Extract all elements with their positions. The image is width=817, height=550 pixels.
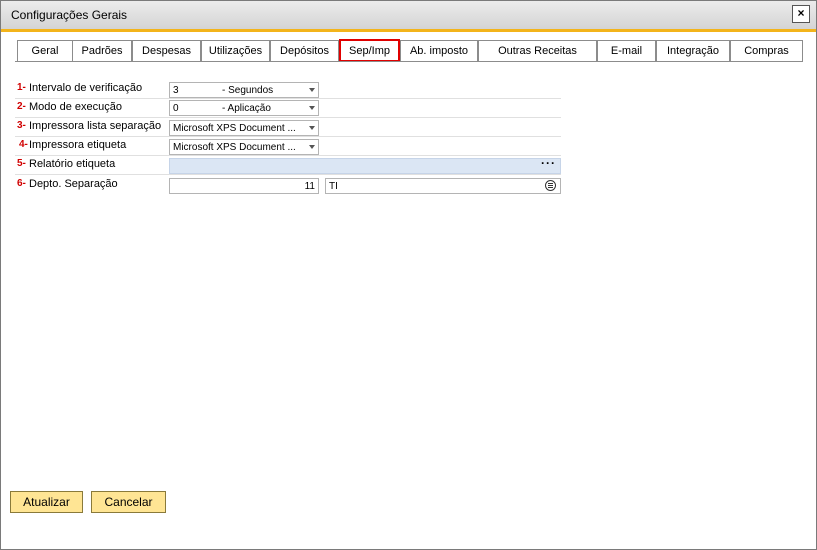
tab-compras[interactable]: Compras — [730, 40, 803, 61]
label-impressora-lista: Impressora lista separação — [29, 120, 162, 132]
ellipsis-icon[interactable]: ··· — [541, 156, 556, 170]
row-divider — [15, 174, 561, 175]
modo-select[interactable]: 0 - Aplicação — [169, 100, 319, 116]
window-title: Configurações Gerais — [11, 8, 128, 22]
tab-ab-imposto[interactable]: Ab. imposto — [400, 40, 478, 61]
modo-desc: - Aplicação — [222, 103, 271, 114]
tab-outras-receitas[interactable]: Outras Receitas — [478, 40, 597, 61]
impressora-lista-select[interactable]: Microsoft XPS Document ... — [169, 120, 319, 136]
impressora-etiqueta-select[interactable]: Microsoft XPS Document ... — [169, 139, 319, 155]
tab-email[interactable]: E-mail — [597, 40, 656, 61]
depto-code-value: 11 — [304, 181, 315, 192]
chevron-down-icon[interactable] — [309, 145, 315, 149]
chevron-down-icon[interactable] — [309, 88, 315, 92]
relatorio-field[interactable]: ··· — [169, 156, 561, 174]
depto-code-field[interactable]: 11 — [169, 178, 319, 194]
row-number: 5- — [17, 158, 26, 169]
tab-integracao[interactable]: Integração — [656, 40, 730, 61]
title-accent-line — [1, 29, 816, 32]
tab-depositos[interactable]: Depósitos — [270, 40, 339, 61]
chevron-down-icon[interactable] — [309, 106, 315, 110]
intervalo-desc: - Segundos — [222, 85, 274, 96]
close-icon[interactable]: × — [792, 5, 810, 23]
depto-name-field[interactable]: TI — [325, 178, 561, 194]
modo-value: 0 — [173, 103, 179, 114]
tab-sep-imp[interactable]: Sep/Imp — [339, 39, 400, 62]
depto-name-value: TI — [329, 181, 338, 192]
label-modo: Modo de execução — [29, 101, 122, 113]
tab-despesas[interactable]: Despesas — [132, 40, 201, 61]
row-number: 3- — [17, 120, 26, 131]
list-icon[interactable] — [545, 180, 556, 191]
title-bar: Configurações Gerais × — [1, 1, 816, 29]
label-intervalo: Intervalo de verificação — [29, 82, 143, 94]
tab-utilizacoes[interactable]: Utilizações — [201, 40, 270, 61]
label-relatorio: Relatório etiqueta — [29, 158, 116, 170]
row-number: 1- — [17, 82, 26, 93]
row-number: 4- — [19, 139, 28, 150]
label-impressora-etiqueta: Impressora etiqueta — [29, 139, 127, 151]
settings-window: Configurações Gerais × Geral Padrões Des… — [0, 0, 817, 550]
tab-underline — [15, 61, 803, 62]
update-button[interactable]: Atualizar — [10, 491, 83, 513]
row-number: 6- — [17, 178, 26, 189]
intervalo-value: 3 — [173, 85, 179, 96]
impressora-etiqueta-value: Microsoft XPS Document ... — [173, 142, 296, 153]
tab-padroes[interactable]: Padrões — [72, 40, 132, 61]
row-number: 2- — [17, 101, 26, 112]
intervalo-select[interactable]: 3 - Segundos — [169, 82, 319, 98]
cancel-button[interactable]: Cancelar — [91, 491, 166, 513]
chevron-down-icon[interactable] — [309, 126, 315, 130]
impressora-lista-value: Microsoft XPS Document ... — [173, 123, 296, 134]
tab-geral[interactable]: Geral — [17, 40, 73, 61]
label-depto: Depto. Separação — [29, 178, 118, 190]
